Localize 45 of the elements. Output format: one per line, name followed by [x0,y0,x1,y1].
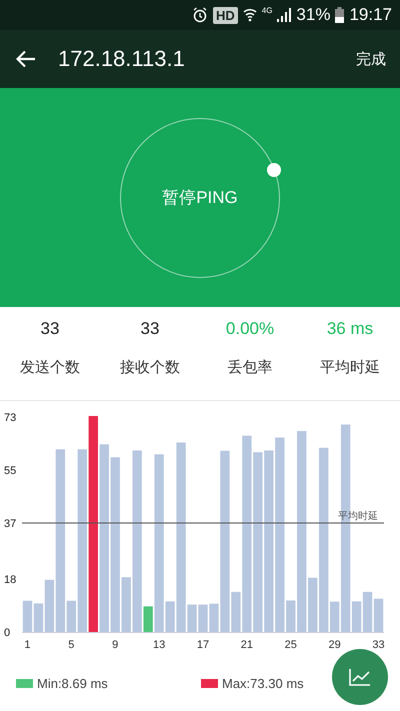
alarm-icon [192,7,208,23]
latency-bar [22,600,32,632]
stat-value: 33 [40,319,60,339]
latency-bar [122,577,131,632]
legend-label: Max:73.30 ms [222,676,304,690]
y-axis-label: 37 [4,518,16,530]
stat-value: 0.00% [226,319,274,339]
hd-badge: HD [212,6,238,24]
x-axis-label: 13 [153,639,166,651]
ring-dot [267,162,281,176]
network-type: 4G [262,6,272,15]
legend-label: Min:8.69 ms [37,676,108,690]
y-axis-label: 55 [4,464,16,477]
y-axis-label: 73 [4,412,16,424]
reference-line-label: 平均时延 [338,510,378,522]
stat-value: 36 ms [326,319,374,339]
clock-time: 19:17 [349,5,392,25]
y-axis-label: 18 [4,574,16,586]
battery-icon [335,7,344,23]
stat-label: 丢包率 [228,358,272,377]
x-axis-label: 29 [328,639,341,651]
back-arrow-icon [16,50,36,68]
line-chart-icon [349,668,371,686]
x-axis-label: 25 [284,639,297,651]
x-axis-label: 9 [112,639,118,651]
stat-label: 平均时延 [320,358,380,377]
latency-bar [286,600,296,632]
battery-percent: 31% [296,5,330,25]
latency-bar [198,604,208,632]
signal-icon [277,8,292,22]
latency-bar [374,598,384,632]
back-button[interactable] [16,50,36,68]
x-axis-label: 21 [240,639,253,651]
stat-label: 接收个数 [120,358,180,377]
stat-label: 发送个数 [20,358,80,377]
x-axis-label: 33 [372,639,385,651]
done-button[interactable]: 完成 [356,50,386,68]
stat-value: 33 [140,319,160,339]
x-axis-label: 1 [24,639,31,651]
wifi-icon [242,7,257,23]
x-axis-label: 5 [68,639,74,651]
host-title: 172.18.113.1 [58,46,186,72]
x-axis-label: 17 [196,639,210,651]
latency-bar [362,592,372,632]
y-axis-label: 0 [4,627,10,639]
